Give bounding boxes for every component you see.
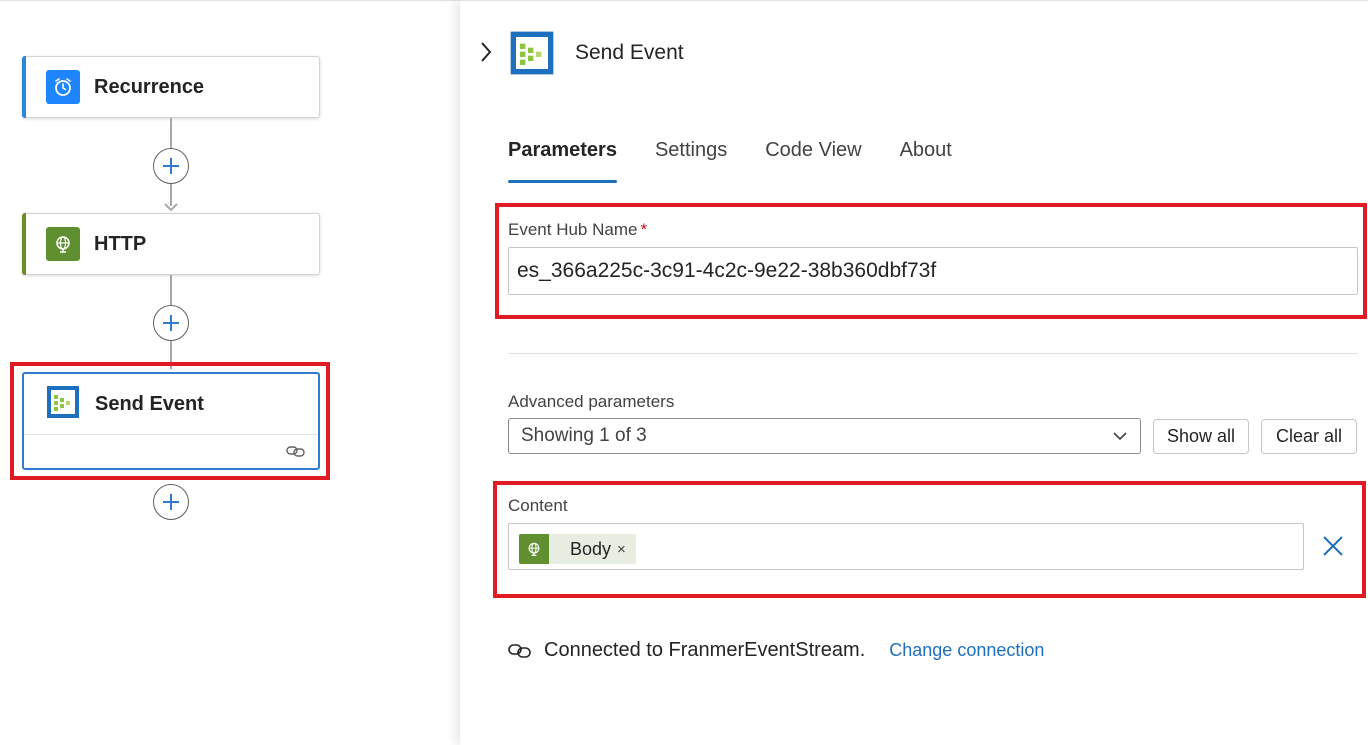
connection-text: Connected to FranmerEventStream. <box>544 639 866 661</box>
highlight-box <box>493 481 1366 598</box>
panel-title: Send Event <box>575 41 684 64</box>
dropdown-value: Showing 1 of 3 <box>521 425 647 446</box>
add-step-button[interactable] <box>153 305 189 341</box>
chevron-down-icon <box>1113 432 1127 441</box>
show-all-button[interactable]: Show all <box>1153 419 1249 454</box>
workflow-canvas: Recurrence HTTP Send Event <box>0 0 460 745</box>
advanced-parameters-dropdown[interactable]: Showing 1 of 3 <box>508 418 1141 454</box>
node-accent <box>22 56 26 118</box>
add-step-button[interactable] <box>153 148 189 184</box>
connection-row: Connected to FranmerEventStream. Change … <box>508 639 1044 662</box>
tab-about[interactable]: About <box>900 139 952 183</box>
panel-header: Send Event <box>460 1 1368 101</box>
section-divider <box>508 353 1358 354</box>
tab-code-view[interactable]: Code View <box>765 139 861 183</box>
plus-icon <box>163 315 179 331</box>
highlight-box <box>495 203 1367 319</box>
node-accent <box>22 213 26 275</box>
link-icon <box>508 643 531 658</box>
recurrence-node[interactable]: Recurrence <box>22 56 320 118</box>
tab-parameters[interactable]: Parameters <box>508 139 617 183</box>
connector-line <box>170 275 172 305</box>
add-step-button[interactable] <box>153 484 189 520</box>
arrow-down-icon <box>164 203 178 211</box>
tab-bar: Parameters Settings Code View About <box>508 139 990 183</box>
http-node[interactable]: HTTP <box>22 213 320 275</box>
details-panel: Send Event Parameters Settings Code View… <box>460 0 1368 745</box>
connector-line <box>170 118 172 152</box>
plus-icon <box>163 158 179 174</box>
chevron-right-icon[interactable] <box>478 39 494 65</box>
node-label: Recurrence <box>94 75 205 98</box>
globe-icon <box>46 227 80 261</box>
advanced-parameters-label: Advanced parameters <box>508 392 675 411</box>
node-label: HTTP <box>94 232 147 255</box>
highlight-box <box>10 362 330 480</box>
tab-settings[interactable]: Settings <box>655 139 727 183</box>
plus-icon <box>163 494 179 510</box>
change-connection-link[interactable]: Change connection <box>889 640 1044 661</box>
event-hub-icon <box>508 29 556 82</box>
clear-all-button[interactable]: Clear all <box>1261 419 1357 454</box>
alarm-clock-icon <box>46 70 80 104</box>
